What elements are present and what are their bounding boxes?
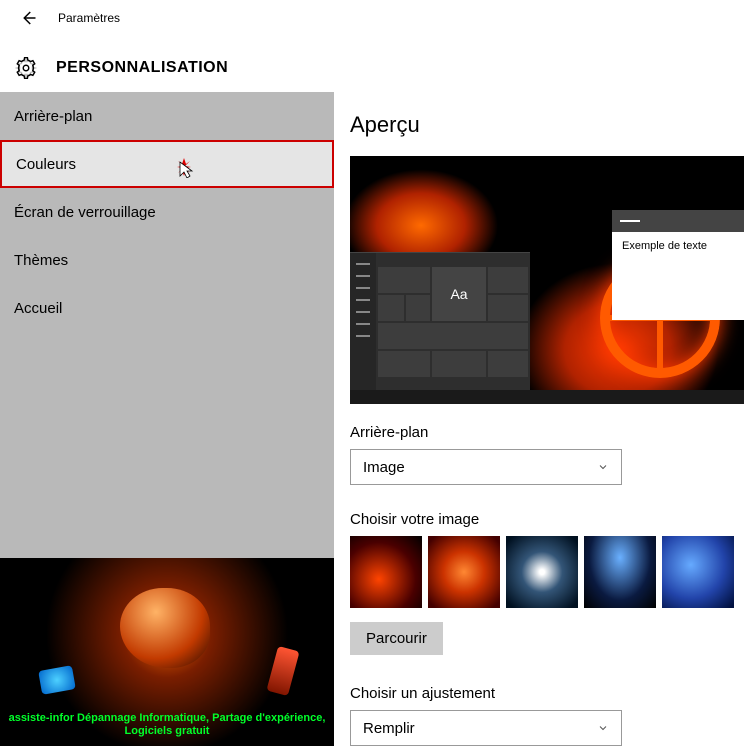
sidebar-item-colors[interactable]: Couleurs [0, 140, 334, 188]
arrow-left-icon [19, 9, 37, 27]
preview-heading: Aperçu [350, 112, 746, 138]
sidebar-item-themes[interactable]: Thèmes [0, 236, 334, 284]
image-thumb[interactable] [428, 536, 500, 608]
desktop-preview: Aa Exemple de texte [350, 156, 744, 404]
sidebar-item-background[interactable]: Arrière-plan [0, 92, 334, 140]
sidebar-item-label: Écran de verrouillage [14, 204, 156, 221]
preview-aa-tile: Aa [432, 267, 486, 321]
section-header: PERSONNALISATION [0, 44, 756, 92]
sidebar-item-start[interactable]: Accueil [0, 284, 334, 332]
image-thumb[interactable] [662, 536, 734, 608]
image-thumb[interactable] [350, 536, 422, 608]
sidebar-spacer [0, 332, 334, 558]
window-header: Paramètres [0, 0, 756, 36]
gear-icon [14, 56, 38, 80]
background-select[interactable]: Image [350, 449, 622, 485]
settings-panel: Aperçu Aa Exemple de texte Arrière-plan [334, 92, 756, 746]
chevron-down-icon [597, 722, 609, 734]
sidebar-item-lockscreen[interactable]: Écran de verrouillage [0, 188, 334, 236]
section-title: PERSONNALISATION [56, 59, 228, 77]
preview-taskbar [350, 390, 744, 404]
sidebar-item-label: Arrière-plan [14, 108, 92, 125]
background-select-value: Image [363, 459, 405, 476]
image-thumb[interactable] [506, 536, 578, 608]
background-label: Arrière-plan [350, 424, 746, 441]
choose-image-label: Choisir votre image [350, 511, 746, 528]
preview-window-text: Exemple de texte [612, 232, 744, 260]
fit-select[interactable]: Remplir [350, 710, 622, 746]
promo-text: assiste-infor Dépannage Informatique, Pa… [4, 712, 330, 738]
sidebar: Arrière-plan Couleurs Écran de verrouill… [0, 92, 334, 746]
browse-button[interactable]: Parcourir [350, 622, 443, 655]
chevron-down-icon [597, 461, 609, 473]
promo-image: assiste-infor Dépannage Informatique, Pa… [0, 558, 334, 746]
cursor-icon [174, 156, 194, 182]
fit-select-value: Remplir [363, 720, 415, 737]
back-button[interactable] [14, 4, 42, 32]
content-split: Arrière-plan Couleurs Écran de verrouill… [0, 92, 756, 746]
fit-label: Choisir un ajustement [350, 685, 746, 702]
image-thumbnails [350, 536, 746, 608]
preview-sample-window: Exemple de texte [612, 210, 744, 320]
sidebar-item-label: Accueil [14, 300, 62, 317]
header-title: Paramètres [58, 11, 120, 25]
preview-start-menu: Aa [350, 252, 530, 404]
sidebar-item-label: Thèmes [14, 252, 68, 269]
sidebar-item-label: Couleurs [16, 156, 76, 173]
image-thumb[interactable] [584, 536, 656, 608]
